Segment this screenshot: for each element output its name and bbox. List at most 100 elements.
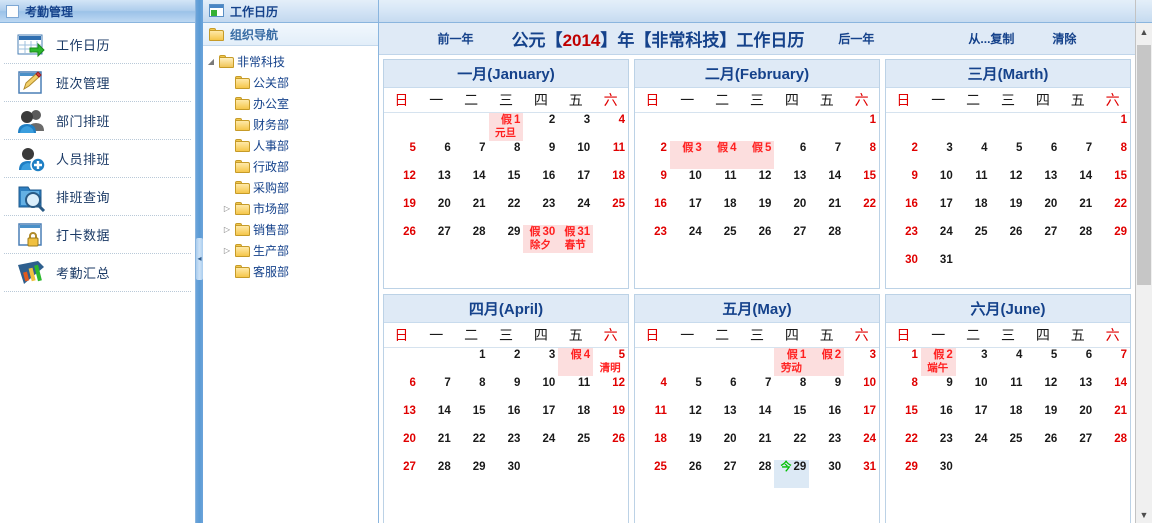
day-cell[interactable]: 24 <box>956 432 991 460</box>
chevron-down-icon[interactable]: ◢ <box>203 54 219 70</box>
day-cell[interactable]: 16 <box>886 197 921 225</box>
day-cell[interactable]: 8 <box>774 376 809 404</box>
day-cell[interactable]: 10 <box>921 169 956 197</box>
day-cell[interactable]: 9 <box>921 376 956 404</box>
day-cell[interactable]: 14 <box>809 169 844 197</box>
chevron-right-icon[interactable]: ▷ <box>219 243 235 259</box>
day-cell[interactable]: 5 <box>670 376 705 404</box>
day-cell[interactable]: 12 <box>991 169 1026 197</box>
menu-item-1[interactable]: 工作日历 <box>4 26 191 64</box>
day-cell[interactable]: 12 <box>593 376 628 404</box>
day-cell[interactable]: 10 <box>956 376 991 404</box>
day-cell[interactable]: 4 <box>991 348 1026 376</box>
day-cell[interactable]: 15 <box>489 169 524 197</box>
day-cell[interactable]: 16 <box>489 404 524 432</box>
tree-node-1[interactable]: 公关部 <box>203 72 378 93</box>
day-cell[interactable]: 24 <box>921 225 956 253</box>
day-cell[interactable]: 4 <box>635 376 670 404</box>
day-cell[interactable]: 31 <box>844 460 879 488</box>
day-cell[interactable]: 30 <box>921 460 956 488</box>
day-cell[interactable]: 29 <box>489 225 524 253</box>
day-cell[interactable]: 24 <box>844 432 879 460</box>
day-cell[interactable]: 9 <box>523 141 558 169</box>
day-cell[interactable]: 13 <box>774 169 809 197</box>
chevron-right-icon[interactable]: ▷ <box>219 201 235 217</box>
day-cell[interactable]: 17 <box>844 404 879 432</box>
day-cell[interactable]: 23 <box>523 197 558 225</box>
day-cell[interactable]: 1 <box>886 348 921 376</box>
accordion-header-attendance[interactable]: 考勤管理 <box>0 0 195 23</box>
splitter-collapse-handle[interactable] <box>196 238 203 280</box>
day-cell[interactable]: 21 <box>740 432 775 460</box>
day-cell[interactable]: 6 <box>774 141 809 169</box>
day-cell[interactable]: 23 <box>489 432 524 460</box>
menu-item-7[interactable]: 考勤汇总 <box>4 254 191 292</box>
tree-node-9[interactable]: ▷ 生产部 <box>203 240 378 261</box>
day-cell[interactable]: 5 <box>991 141 1026 169</box>
day-cell[interactable]: 27 <box>384 460 419 488</box>
day-cell[interactable]: 22 <box>1095 197 1130 225</box>
day-cell[interactable]: 22 <box>489 197 524 225</box>
day-cell[interactable]: 26 <box>740 225 775 253</box>
day-cell[interactable]: 30 <box>809 460 844 488</box>
day-cell[interactable]: 18 <box>635 432 670 460</box>
tree-node-5[interactable]: 行政部 <box>203 156 378 177</box>
day-cell[interactable]: 21 <box>1095 404 1130 432</box>
scrollbar-thumb[interactable] <box>1137 45 1151 285</box>
day-cell[interactable]: 29 <box>886 460 921 488</box>
day-cell[interactable]: 7 <box>1095 348 1130 376</box>
scrollbar-track[interactable] <box>1136 40 1152 506</box>
day-cell[interactable]: 19 <box>670 432 705 460</box>
day-cell[interactable]: 18 <box>956 197 991 225</box>
menu-item-5[interactable]: 排班查询 <box>4 178 191 216</box>
day-cell[interactable]: 10 <box>670 169 705 197</box>
day-cell[interactable]: 26 <box>384 225 419 253</box>
tree-node-10[interactable]: 客服部 <box>203 261 378 282</box>
day-cell[interactable]: 13 <box>419 169 454 197</box>
day-cell[interactable]: 25 <box>956 225 991 253</box>
day-cell[interactable]: 11 <box>705 169 740 197</box>
day-cell[interactable]: 28 <box>740 460 775 488</box>
day-cell[interactable]: 26 <box>991 225 1026 253</box>
chevron-right-icon[interactable]: ▷ <box>219 222 235 238</box>
day-cell[interactable]: 23 <box>886 225 921 253</box>
day-cell[interactable]: 14 <box>740 404 775 432</box>
day-cell[interactable]: 13 <box>1025 169 1060 197</box>
day-cell[interactable]: 18 <box>558 404 593 432</box>
day-cell[interactable]: 27 <box>774 225 809 253</box>
day-cell[interactable]: 30 <box>886 253 921 281</box>
day-cell[interactable]: 22 <box>844 197 879 225</box>
scroll-up-button[interactable]: ▲ <box>1136 23 1152 40</box>
vertical-scrollbar[interactable]: ▲ ▼ <box>1135 0 1152 523</box>
day-cell[interactable]: 26 <box>670 460 705 488</box>
day-cell[interactable]: 25 <box>991 432 1026 460</box>
day-cell[interactable]: 25 <box>558 432 593 460</box>
day-cell[interactable]: 16 <box>635 197 670 225</box>
day-cell[interactable]: 假5 <box>739 141 775 169</box>
tree-node-2[interactable]: 办公室 <box>203 93 378 114</box>
day-cell[interactable]: 假 30 除夕 <box>523 225 559 253</box>
day-cell[interactable]: 20 <box>1025 197 1060 225</box>
day-cell[interactable]: 4 <box>956 141 991 169</box>
day-cell[interactable]: 14 <box>1060 169 1095 197</box>
day-cell[interactable]: 3 <box>956 348 991 376</box>
tree-node-8[interactable]: ▷ 销售部 <box>203 219 378 240</box>
day-cell[interactable]: 8 <box>1095 141 1130 169</box>
day-cell[interactable]: 15 <box>1095 169 1130 197</box>
next-year-button[interactable]: 后一年 <box>834 28 878 49</box>
day-cell[interactable]: 24 <box>523 432 558 460</box>
day-cell[interactable]: 假4 <box>558 348 594 376</box>
day-cell[interactable]: 2 <box>886 141 921 169</box>
day-cell[interactable]: 18 <box>991 404 1026 432</box>
day-cell[interactable]: 21 <box>809 197 844 225</box>
day-cell[interactable]: 11 <box>991 376 1026 404</box>
day-cell[interactable]: 假 2 端午 <box>920 348 956 376</box>
day-cell[interactable]: 23 <box>809 432 844 460</box>
day-cell[interactable]: 10 <box>558 141 593 169</box>
day-cell[interactable]: 12 <box>740 169 775 197</box>
day-cell[interactable]: 3 <box>844 348 879 376</box>
day-cell[interactable]: 26 <box>1025 432 1060 460</box>
day-cell[interactable]: 假2 <box>809 348 845 376</box>
tree-node-4[interactable]: 人事部 <box>203 135 378 156</box>
day-cell[interactable]: 24 <box>670 225 705 253</box>
